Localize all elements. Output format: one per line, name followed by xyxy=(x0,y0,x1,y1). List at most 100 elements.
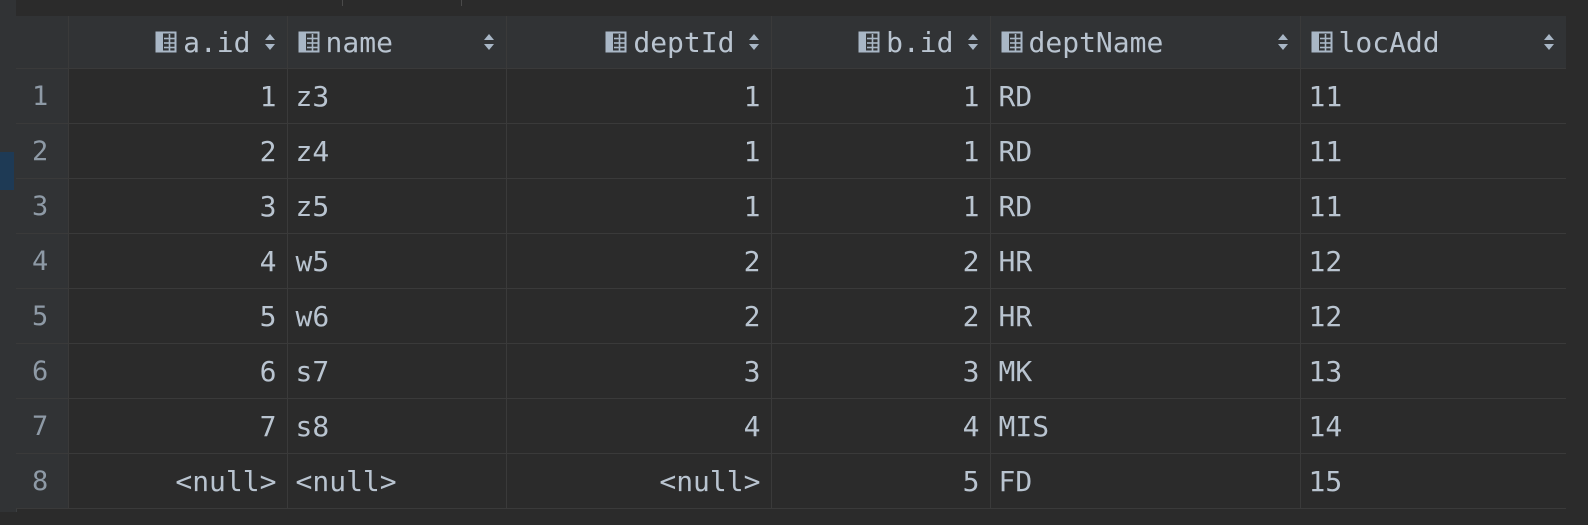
table-cell-deptname[interactable]: RD xyxy=(990,123,1301,179)
table-cell-deptid[interactable]: 2 xyxy=(506,288,772,344)
table-cell-a-id[interactable]: 7 xyxy=(68,398,288,454)
row-number[interactable]: 3 xyxy=(16,178,69,234)
table-cell-b-id[interactable]: 3 xyxy=(771,343,991,399)
table-cell-locadd[interactable]: 15 xyxy=(1300,453,1567,509)
toolbar-divider xyxy=(342,0,343,6)
table-cell-name[interactable]: w6 xyxy=(287,288,507,344)
top-toolbar-strip xyxy=(16,0,1588,17)
table-cell-b-id[interactable]: 2 xyxy=(771,233,991,289)
table-row[interactable]: 6 6 s7 3 3 MK 13 xyxy=(16,343,1567,399)
editor-gutter xyxy=(0,0,17,525)
table-cell-deptname[interactable]: HR xyxy=(990,233,1301,289)
table-row[interactable]: 1 1 z3 1 1 RD 11 xyxy=(16,68,1567,124)
column-table-icon xyxy=(1311,31,1332,53)
row-number[interactable]: 7 xyxy=(16,398,69,454)
column-header-label: name xyxy=(325,25,393,59)
column-table-icon xyxy=(605,31,627,53)
column-header-locadd[interactable]: locAdd xyxy=(1300,16,1567,69)
column-header-label: deptName xyxy=(1028,25,1164,59)
table-cell-locadd[interactable]: 11 xyxy=(1300,178,1567,234)
column-table-icon xyxy=(298,31,319,53)
table-cell-deptid[interactable]: 1 xyxy=(506,68,772,124)
table-cell-a-id[interactable]: 3 xyxy=(68,178,288,234)
horizontal-scroll-gutter[interactable] xyxy=(0,512,1588,525)
column-header-deptid[interactable]: deptId xyxy=(506,16,772,69)
table-cell-deptname[interactable]: RD xyxy=(990,68,1301,124)
table-cell-locadd[interactable]: 13 xyxy=(1300,343,1567,399)
column-header-label: b.id xyxy=(886,25,954,59)
table-cell-deptid[interactable]: 2 xyxy=(506,233,772,289)
table-cell-a-id[interactable]: <null> xyxy=(68,453,288,509)
table-cell-b-id[interactable]: 1 xyxy=(771,68,991,124)
table-cell-a-id[interactable]: 4 xyxy=(68,233,288,289)
sort-toggle-icon[interactable] xyxy=(1276,31,1290,53)
table-row[interactable]: 8 <null> <null> <null> 5 FD 15 xyxy=(16,453,1567,509)
table-cell-name[interactable]: z4 xyxy=(287,123,507,179)
row-number[interactable]: 8 xyxy=(16,453,69,509)
table-cell-a-id[interactable]: 1 xyxy=(68,68,288,124)
table-cell-name[interactable]: w5 xyxy=(287,233,507,289)
column-table-icon xyxy=(1001,31,1022,53)
column-header-label: locAdd xyxy=(1338,25,1440,59)
column-header-label: deptId xyxy=(633,25,735,59)
vertical-scroll-gutter[interactable] xyxy=(1566,16,1588,525)
header-row: a.id name deptId b.id deptName locAdd xyxy=(16,16,1567,69)
table-cell-b-id[interactable]: 1 xyxy=(771,178,991,234)
table-cell-deptname[interactable]: MK xyxy=(990,343,1301,399)
row-number[interactable]: 1 xyxy=(16,68,69,124)
column-header-name[interactable]: name xyxy=(287,16,507,69)
table-cell-b-id[interactable]: 2 xyxy=(771,288,991,344)
table-cell-b-id[interactable]: 1 xyxy=(771,123,991,179)
row-number[interactable]: 4 xyxy=(16,233,69,289)
table-cell-name[interactable]: z5 xyxy=(287,178,507,234)
table-cell-deptname[interactable]: HR xyxy=(990,288,1301,344)
column-header-a-id[interactable]: a.id xyxy=(68,16,288,69)
table-cell-name[interactable]: s8 xyxy=(287,398,507,454)
sort-toggle-icon[interactable] xyxy=(482,31,496,53)
table-cell-a-id[interactable]: 5 xyxy=(68,288,288,344)
table-cell-locadd[interactable]: 12 xyxy=(1300,233,1567,289)
table-cell-deptid[interactable]: 3 xyxy=(506,343,772,399)
column-header-b-id[interactable]: b.id xyxy=(771,16,991,69)
table-cell-b-id[interactable]: 5 xyxy=(771,453,991,509)
table-cell-locadd[interactable]: 11 xyxy=(1300,68,1567,124)
row-number[interactable]: 5 xyxy=(16,288,69,344)
table-row[interactable]: 3 3 z5 1 1 RD 11 xyxy=(16,178,1567,234)
sort-toggle-icon[interactable] xyxy=(747,31,761,53)
gutter-selection-marker xyxy=(0,152,14,190)
row-number-header xyxy=(16,16,69,69)
column-table-icon xyxy=(155,31,177,53)
column-table-icon xyxy=(858,31,880,53)
table-cell-a-id[interactable]: 2 xyxy=(68,123,288,179)
table-cell-b-id[interactable]: 4 xyxy=(771,398,991,454)
table-cell-locadd[interactable]: 11 xyxy=(1300,123,1567,179)
table-cell-deptname[interactable]: MIS xyxy=(990,398,1301,454)
sort-toggle-icon[interactable] xyxy=(263,31,277,53)
table-cell-deptname[interactable]: FD xyxy=(990,453,1301,509)
toolbar-divider xyxy=(461,0,462,6)
result-grid-panel: a.id name deptId b.id deptName locAdd 1 1 z3 1 1 R… xyxy=(0,0,1588,525)
table-cell-deptid[interactable]: 1 xyxy=(506,123,772,179)
result-table: a.id name deptId b.id deptName locAdd 1 1 z3 1 1 R… xyxy=(16,16,1567,509)
table-cell-name[interactable]: z3 xyxy=(287,68,507,124)
row-number[interactable]: 2 xyxy=(16,123,69,179)
table-row[interactable]: 5 5 w6 2 2 HR 12 xyxy=(16,288,1567,344)
table-body: 1 1 z3 1 1 RD 11 2 2 z4 1 1 RD 11 3 3 z5 1 1 RD 11 4 4 w5 2 2 HR 12… xyxy=(16,68,1567,509)
table-cell-a-id[interactable]: 6 xyxy=(68,343,288,399)
table-cell-locadd[interactable]: 14 xyxy=(1300,398,1567,454)
table-row[interactable]: 2 2 z4 1 1 RD 11 xyxy=(16,123,1567,179)
table-cell-deptid[interactable]: 4 xyxy=(506,398,772,454)
table-cell-name[interactable]: s7 xyxy=(287,343,507,399)
table-cell-deptid[interactable]: <null> xyxy=(506,453,772,509)
table-row[interactable]: 4 4 w5 2 2 HR 12 xyxy=(16,233,1567,289)
table-row[interactable]: 7 7 s8 4 4 MIS 14 xyxy=(16,398,1567,454)
sort-toggle-icon[interactable] xyxy=(966,31,980,53)
table-cell-deptid[interactable]: 1 xyxy=(506,178,772,234)
sort-toggle-icon[interactable] xyxy=(1542,31,1556,53)
row-number[interactable]: 6 xyxy=(16,343,69,399)
column-header-label: a.id xyxy=(183,25,251,59)
column-header-deptname[interactable]: deptName xyxy=(990,16,1301,69)
table-cell-name[interactable]: <null> xyxy=(287,453,507,509)
table-cell-deptname[interactable]: RD xyxy=(990,178,1301,234)
table-cell-locadd[interactable]: 12 xyxy=(1300,288,1567,344)
